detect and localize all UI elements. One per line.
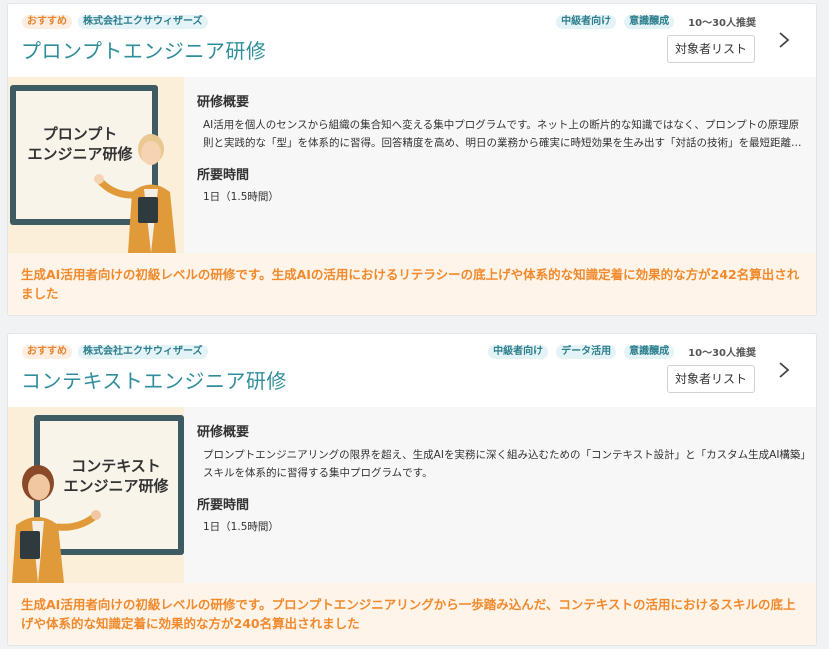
duration-value: 1日（1.5時間） (203, 191, 279, 203)
course-title[interactable]: コンテキストエンジニア研修 (21, 365, 287, 394)
target-list-button[interactable]: 対象者リスト (667, 365, 755, 393)
tag-row: おすすめ 株式会社エクサウィザーズ (22, 345, 208, 359)
provider-tag: 株式会社エクサウィザーズ (78, 345, 208, 359)
level-tag: 中級者向け (556, 14, 617, 29)
recommendation-note: 生成AI活用者向けの初級レベルの研修です。プロンプトエンジニアリングから一歩踏み… (8, 583, 816, 645)
course-info: 研修概要 プロンプトエンジニアリングの限界を超え、生成AIを実務に深く組み込むた… (197, 421, 806, 534)
recommended-size: 10〜30人推奨 (688, 18, 756, 29)
category-tag: 意識醸成 (624, 344, 675, 359)
recommendation-note: 生成AI活用者向けの初級レベルの研修です。生成AIの活用におけるリテラシーの底上… (8, 253, 816, 315)
recommended-size: 10〜30人推奨 (688, 348, 756, 359)
thumbnail-title-line1: プロンプト (43, 125, 118, 143)
category-tag: 意識醸成 (624, 14, 675, 29)
level-tags: 中級者向け 意識醸成 10〜30人推奨 (556, 14, 756, 29)
course-title[interactable]: プロンプトエンジニア研修 (21, 35, 266, 64)
provider-tag: 株式会社エクサウィザーズ (78, 15, 208, 29)
target-list-button[interactable]: 対象者リスト (667, 35, 755, 63)
overview-heading: 研修概要 (197, 425, 250, 440)
duration-value: 1日（1.5時間） (203, 521, 279, 533)
duration-heading: 所要時間 (197, 498, 250, 513)
duration-heading: 所要時間 (197, 168, 250, 183)
course-details: コンテキスト エンジニア研修 研修概要 プロンプトエンジニアリングの限界を超え、… (8, 407, 816, 583)
overview-text: AI活用を個人のセンスから組織の集合知へ変える集中プログラムです。ネット上の断片… (203, 119, 802, 149)
tag-row: おすすめ 株式会社エクサウィザーズ (22, 15, 208, 29)
course-details: プロンプト エンジニア研修 研修概要 AI活用を個人のセンスから組織の集合知へ変… (8, 77, 816, 253)
level-tags: 中級者向け データ活用 意識醸成 10〜30人推奨 (488, 344, 756, 359)
course-card[interactable]: おすすめ 株式会社エクサウィザーズ 中級者向け 意識醸成 10〜30人推奨 プロ… (7, 3, 817, 316)
thumbnail-title-line1: コンテキスト (71, 457, 161, 475)
course-thumbnail: プロンプト エンジニア研修 (8, 77, 184, 253)
recommended-badge: おすすめ (22, 15, 72, 29)
course-thumbnail: コンテキスト エンジニア研修 (8, 407, 184, 583)
thumbnail-title-line2: エンジニア研修 (63, 477, 169, 495)
level-tag: 中級者向け (488, 344, 549, 359)
thumbnail-title-line2: エンジニア研修 (27, 145, 133, 163)
course-card[interactable]: おすすめ 株式会社エクサウィザーズ 中級者向け データ活用 意識醸成 10〜30… (7, 333, 817, 646)
chevron-right-icon[interactable] (774, 358, 794, 382)
category-tag: データ活用 (556, 344, 617, 359)
overview-text: プロンプトエンジニアリングの限界を超え、生成AIを実務に深く組み込むための「コン… (203, 449, 806, 479)
course-info: 研修概要 AI活用を個人のセンスから組織の集合知へ変える集中プログラムです。ネッ… (197, 91, 806, 204)
chevron-right-icon[interactable] (774, 28, 794, 52)
recommended-badge: おすすめ (22, 345, 72, 359)
overview-heading: 研修概要 (197, 95, 250, 110)
